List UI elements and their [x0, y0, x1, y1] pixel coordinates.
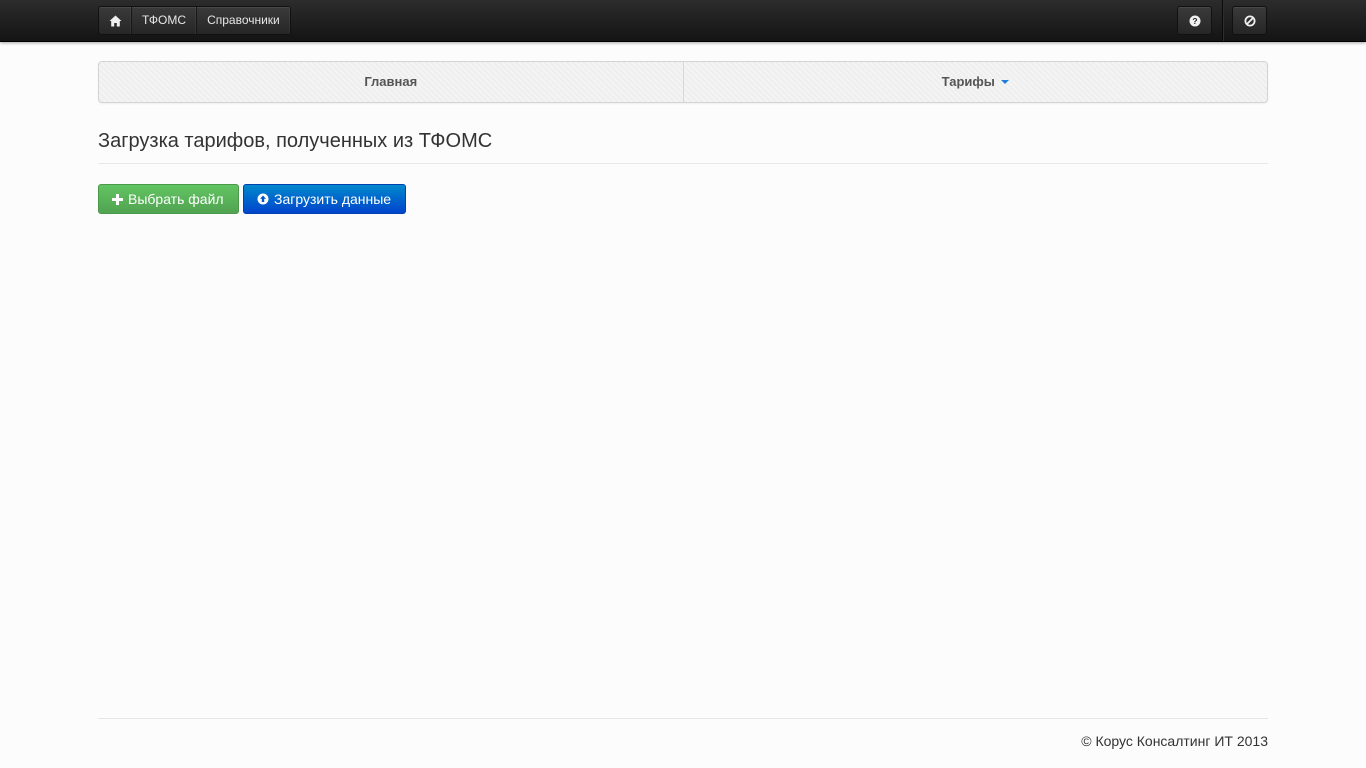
- upload-data-button[interactable]: Загрузить данные: [243, 184, 406, 214]
- plus-icon: [112, 193, 123, 205]
- home-icon: [109, 15, 121, 26]
- page-title: Загрузка тарифов, полученных из ТФОМС: [98, 130, 493, 152]
- upload-data-label: Загрузить данные: [274, 191, 392, 207]
- title-divider: [98, 163, 1268, 164]
- logout-icon: [1244, 15, 1255, 26]
- help-button[interactable]: ?: [1177, 6, 1212, 35]
- tab-tariffs-label: Тарифы: [941, 74, 995, 89]
- home-button[interactable]: [99, 7, 132, 34]
- footer-divider: [98, 718, 1268, 719]
- help-icon: ?: [1189, 15, 1200, 26]
- upload-circle-icon: [257, 193, 269, 205]
- nav-tfoms[interactable]: ТФОМС: [132, 7, 198, 34]
- top-nav-group: ТФОМС Справочники: [98, 6, 291, 35]
- footer-copyright: © Корус Консалтинг ИТ 2013: [1081, 733, 1268, 749]
- svg-text:?: ?: [1192, 16, 1197, 26]
- choose-file-button[interactable]: Выбрать файл: [98, 184, 239, 214]
- tab-main[interactable]: Главная: [99, 62, 683, 102]
- tab-main-label: Главная: [364, 74, 418, 89]
- main-tabs: Главная Тарифы: [98, 61, 1268, 103]
- topbar-divider: [1222, 0, 1223, 41]
- caret-down-icon: [1000, 79, 1009, 84]
- logout-button[interactable]: [1232, 6, 1267, 35]
- top-navbar: ТФОМС Справочники ?: [0, 0, 1366, 42]
- tab-tariffs[interactable]: Тарифы: [682, 62, 1268, 102]
- choose-file-label: Выбрать файл: [128, 191, 224, 207]
- nav-directories[interactable]: Справочники: [197, 7, 290, 34]
